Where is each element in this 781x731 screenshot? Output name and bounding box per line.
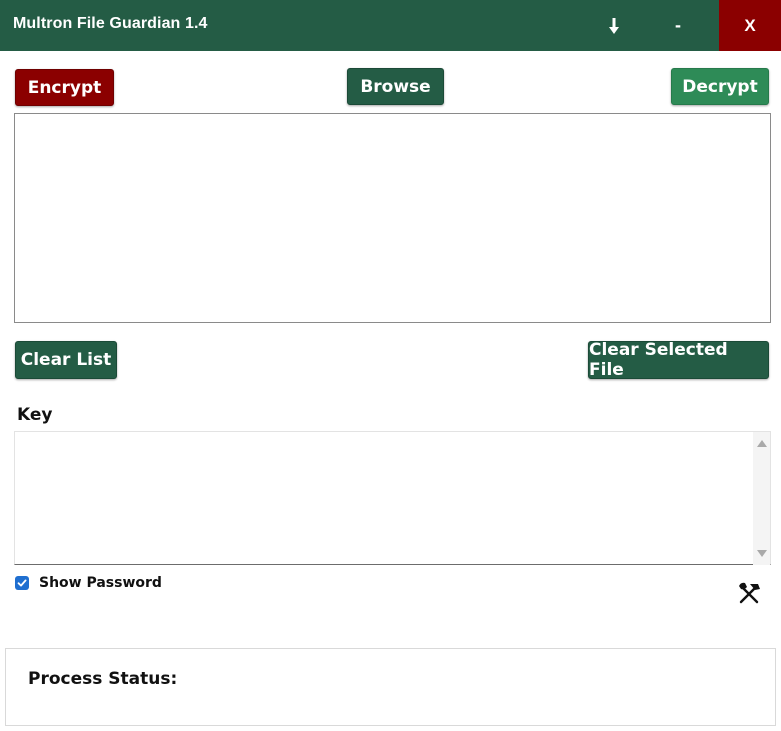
show-password-checkbox[interactable] <box>15 576 29 590</box>
clear-selected-file-button[interactable]: Clear Selected File <box>588 340 769 380</box>
key-scrollbar[interactable] <box>753 432 770 565</box>
arrow-down-icon <box>609 17 619 34</box>
browse-button[interactable]: Browse <box>347 68 444 105</box>
minimize-button[interactable]: - <box>662 0 694 51</box>
clear-list-button[interactable]: Clear List <box>15 341 117 379</box>
key-input[interactable] <box>15 432 770 564</box>
file-list[interactable] <box>14 113 771 323</box>
app-title: Multron File Guardian 1.4 <box>13 15 208 32</box>
process-status-panel: Process Status: <box>5 648 776 726</box>
scroll-up-icon[interactable] <box>757 440 767 447</box>
process-status-label: Process Status: <box>28 669 178 689</box>
title-bar: Multron File Guardian 1.4 - X <box>0 0 781 51</box>
scroll-down-icon[interactable] <box>757 550 767 557</box>
checkmark-icon <box>17 579 27 587</box>
show-password-toggle[interactable]: Show Password <box>15 575 162 591</box>
key-label: Key <box>17 405 53 425</box>
decrypt-button[interactable]: Decrypt <box>671 68 769 105</box>
key-box <box>14 431 771 565</box>
show-password-label: Show Password <box>39 575 162 591</box>
pin-down-button[interactable] <box>598 0 630 51</box>
close-button[interactable]: X <box>719 0 781 51</box>
tools-icon[interactable] <box>736 580 762 606</box>
encrypt-button[interactable]: Encrypt <box>15 69 114 106</box>
